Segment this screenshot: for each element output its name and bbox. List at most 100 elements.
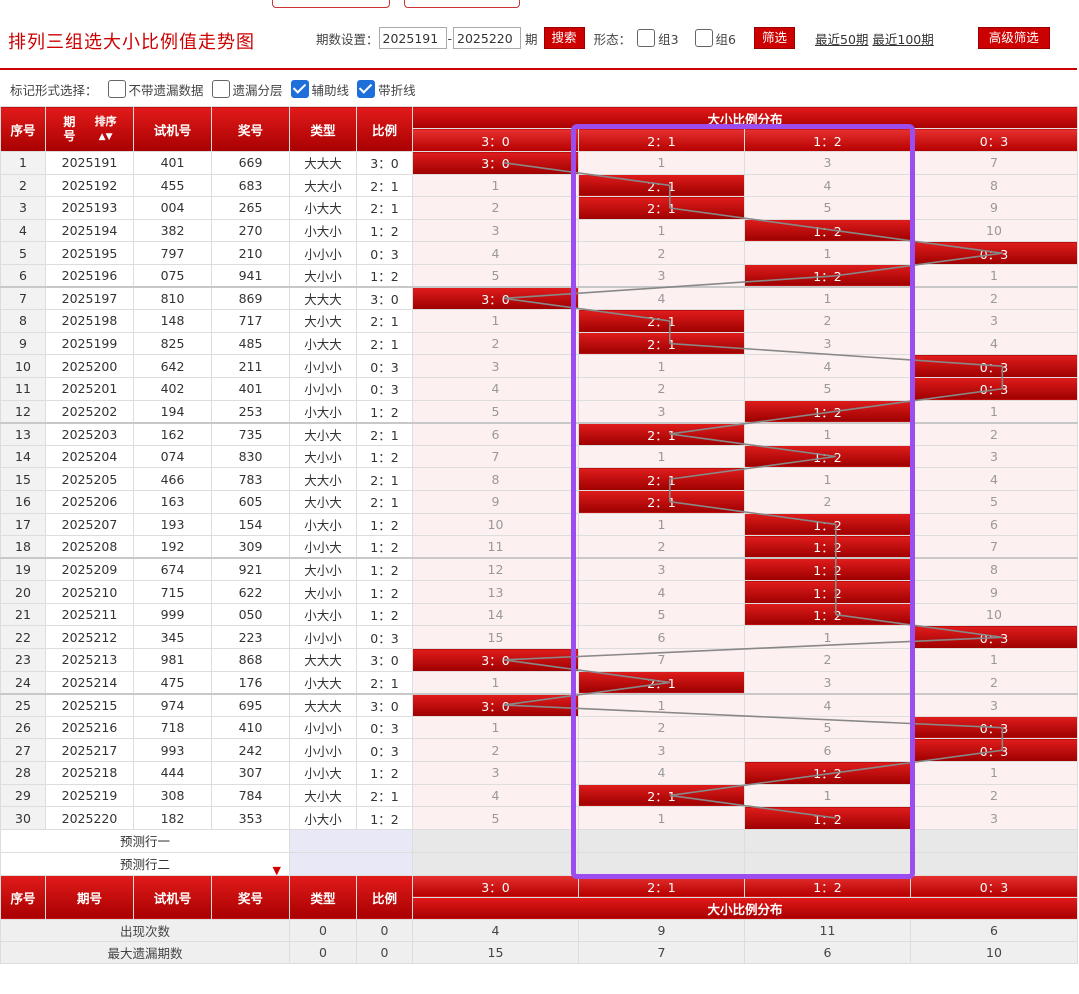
hit-cell: 1：2 (744, 557, 911, 582)
row-prize: 270 (211, 218, 290, 243)
row-period: 2025218 (45, 761, 134, 785)
row-ratio: 1：2 (356, 218, 413, 243)
header-period[interactable]: 期号 排序 ▲▼ (45, 106, 134, 152)
miss-cell: 4 (412, 241, 579, 265)
z6-checkbox[interactable] (694, 29, 713, 47)
row-period: 2025215 (45, 692, 134, 717)
footer-col-2-1: 2：1 (578, 874, 745, 898)
miss-cell: 5 (412, 399, 579, 424)
miss-cell: 3 (578, 557, 745, 582)
row-type: 大小小 (289, 580, 357, 604)
z3-checkbox[interactable] (637, 29, 656, 47)
miss-cell: 9 (909, 196, 1079, 220)
miss-cell: 4 (744, 692, 911, 717)
period-from-input[interactable] (378, 27, 447, 49)
miss-cell: 5 (412, 806, 579, 830)
hit-cell: 2：1 (578, 196, 745, 220)
row-prize: 784 (211, 783, 290, 808)
hit-cell: 0：3 (909, 625, 1079, 650)
header-sort[interactable]: 排序 ▲▼ (95, 115, 117, 144)
footer-ratio: 比例 (356, 874, 413, 920)
row-period: 2025205 (45, 467, 134, 491)
stat-value: 9 (578, 918, 745, 942)
predict-cell[interactable] (578, 828, 745, 853)
miss-cell: 5 (412, 263, 579, 288)
hit-cell: 2：1 (578, 331, 745, 356)
row-trial: 475 (133, 670, 212, 695)
row-prize: 717 (211, 309, 290, 333)
hit-cell: 1：2 (744, 602, 911, 627)
row-type: 小小大 (289, 761, 357, 785)
table-row: 9 2025199 825 485 小大大 2：1 2 2：1 3 4 (0, 331, 1079, 356)
predict-row-1-input[interactable] (289, 828, 413, 853)
table-row: 11 2025201 402 401 小小小 0：3 4 2 5 0：3 (0, 376, 1079, 401)
predict-row-1-label: 预测行一 (0, 828, 290, 853)
hit-cell: 1：2 (744, 535, 911, 559)
polyline-checkbox[interactable] (357, 80, 376, 98)
predict-row-2-input[interactable] (289, 851, 413, 876)
predict-cell[interactable] (744, 851, 911, 876)
miss-cell: 4 (578, 580, 745, 604)
miss-cell: 7 (909, 535, 1079, 559)
table-row: 27 2025217 993 242 小小小 0：3 2 3 6 0：3 (0, 738, 1079, 763)
row-period: 2025194 (45, 218, 134, 243)
miss-cell: 1 (909, 648, 1079, 672)
hit-cell: 1：2 (744, 399, 911, 424)
row-type: 大大小 (289, 467, 357, 491)
row-ratio: 2：1 (356, 783, 413, 808)
row-type: 小大小 (289, 218, 357, 243)
row-trial: 004 (133, 196, 212, 220)
miss-cell: 3 (909, 309, 1079, 333)
period-to-input[interactable] (453, 27, 522, 49)
trend-table: 序号 期号 排序 ▲▼ 试机号 奖号 类型 比例 大小比例分布 3：0 2：1 1… (0, 106, 1079, 964)
header-col-2-1: 2：1 (578, 128, 745, 152)
footer-col-1-2: 1：2 (744, 874, 911, 898)
footer-type: 类型 (289, 874, 357, 920)
row-ratio: 1：2 (356, 399, 413, 424)
miss-cell: 8 (412, 467, 579, 491)
hit-cell: 2：1 (578, 670, 745, 695)
miss-cell: 6 (412, 421, 579, 446)
row-trial: 810 (133, 286, 212, 311)
miss-cell: 1 (578, 806, 745, 830)
predict-cell[interactable] (909, 828, 1079, 853)
miss-layer-checkbox[interactable] (211, 80, 230, 98)
row-period: 2025199 (45, 331, 134, 356)
top-tab-stub-1[interactable] (272, 0, 390, 8)
predict-cell[interactable] (744, 828, 911, 853)
miss-cell: 4 (412, 376, 579, 401)
hit-cell: 3：0 (412, 692, 579, 717)
aux-line-checkbox[interactable] (290, 80, 309, 98)
row-ratio: 0：3 (356, 625, 413, 650)
row-seq: 8 (0, 309, 46, 333)
row-seq: 17 (0, 512, 46, 537)
miss-cell: 2 (909, 670, 1079, 695)
no-miss-label: 不带遗漏数据 (128, 82, 204, 98)
recent-100-link[interactable]: 最近100期 (872, 29, 933, 48)
search-button[interactable]: 搜索 (543, 27, 585, 49)
row-trial: 715 (133, 580, 212, 604)
footer-col-0-3: 0：3 (909, 874, 1079, 898)
row-seq: 4 (0, 218, 46, 243)
miss-cell: 1 (578, 692, 745, 717)
row-period: 2025197 (45, 286, 134, 311)
predict-cell[interactable] (412, 828, 579, 853)
no-miss-checkbox[interactable] (107, 80, 126, 98)
predict-cell[interactable] (412, 851, 579, 876)
top-tab-stub-2[interactable] (404, 0, 520, 8)
advanced-filter-button[interactable]: 高级筛选 (977, 27, 1050, 49)
row-prize: 868 (211, 648, 290, 672)
header-col-0-3: 0：3 (909, 128, 1079, 152)
row-seq: 16 (0, 489, 46, 514)
miss-cell: 4 (909, 331, 1079, 356)
table-row: 21 2025211 999 050 小大小 1：2 14 5 1：2 10 (0, 602, 1079, 627)
row-prize: 485 (211, 331, 290, 356)
filter-button[interactable]: 筛选 (753, 27, 795, 49)
predict-cell[interactable] (909, 851, 1079, 876)
predict-cell[interactable] (578, 851, 745, 876)
recent-50-link[interactable]: 最近50期 (815, 29, 868, 48)
header-col-3-0: 3：0 (412, 128, 579, 152)
miss-cell: 8 (909, 173, 1079, 198)
row-ratio: 3：0 (356, 151, 413, 175)
row-seq: 29 (0, 783, 46, 808)
